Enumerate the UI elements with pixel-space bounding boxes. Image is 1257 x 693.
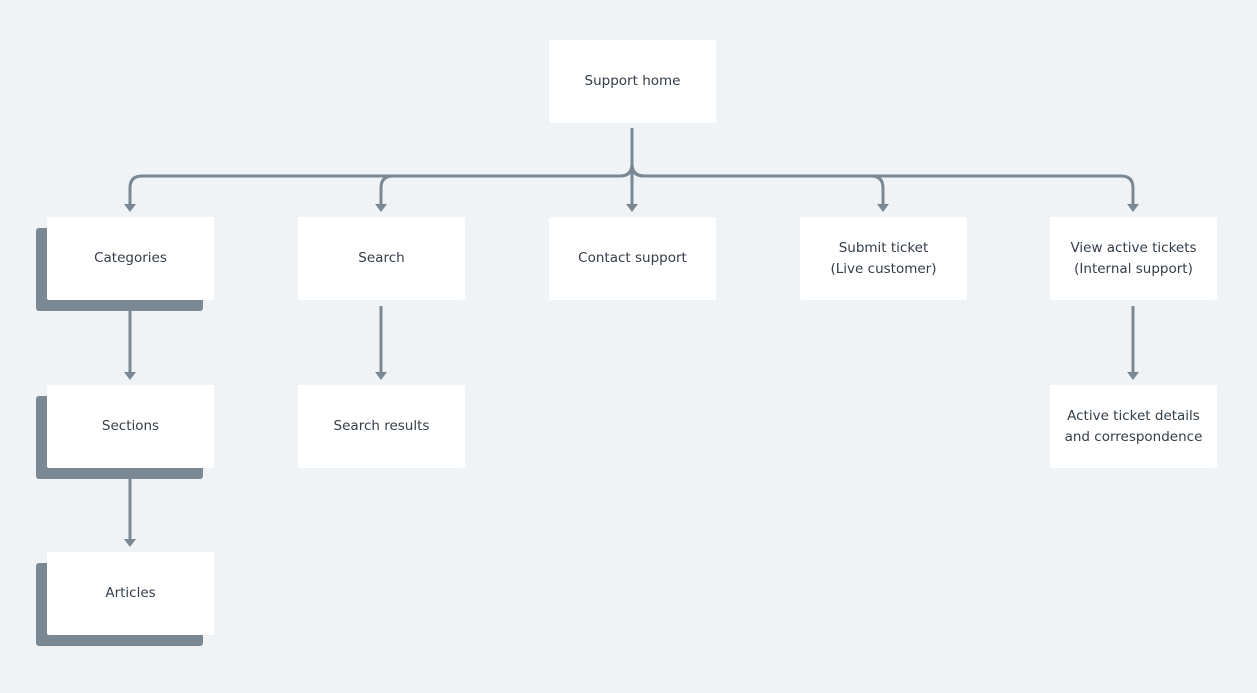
arrowhead-search <box>375 204 387 212</box>
arrowhead-details <box>1127 372 1139 380</box>
node-contact[interactable]: Contact support <box>549 217 716 300</box>
arrowhead-contact <box>626 204 638 212</box>
node-search[interactable]: Search <box>298 217 465 300</box>
node-results[interactable]: Search results <box>298 385 465 468</box>
arrowhead-sections <box>124 372 136 380</box>
arrowhead-results <box>375 372 387 380</box>
node-details[interactable]: Active ticket details and correspondence <box>1050 385 1217 468</box>
arrowhead-submit <box>877 204 889 212</box>
node-home[interactable]: Support home <box>549 40 716 123</box>
connector-home-search <box>379 128 634 206</box>
node-submit[interactable]: Submit ticket (Live customer) <box>800 217 967 300</box>
arrowhead-articles <box>124 539 136 547</box>
node-categories[interactable]: Categories <box>47 217 214 300</box>
node-active[interactable]: View active tickets (Internal support) <box>1050 217 1217 300</box>
arrowhead-categories <box>124 204 136 212</box>
node-sections[interactable]: Sections <box>47 385 214 468</box>
connector-home-submit <box>630 128 885 206</box>
node-articles[interactable]: Articles <box>47 552 214 635</box>
arrowhead-active <box>1127 204 1139 212</box>
